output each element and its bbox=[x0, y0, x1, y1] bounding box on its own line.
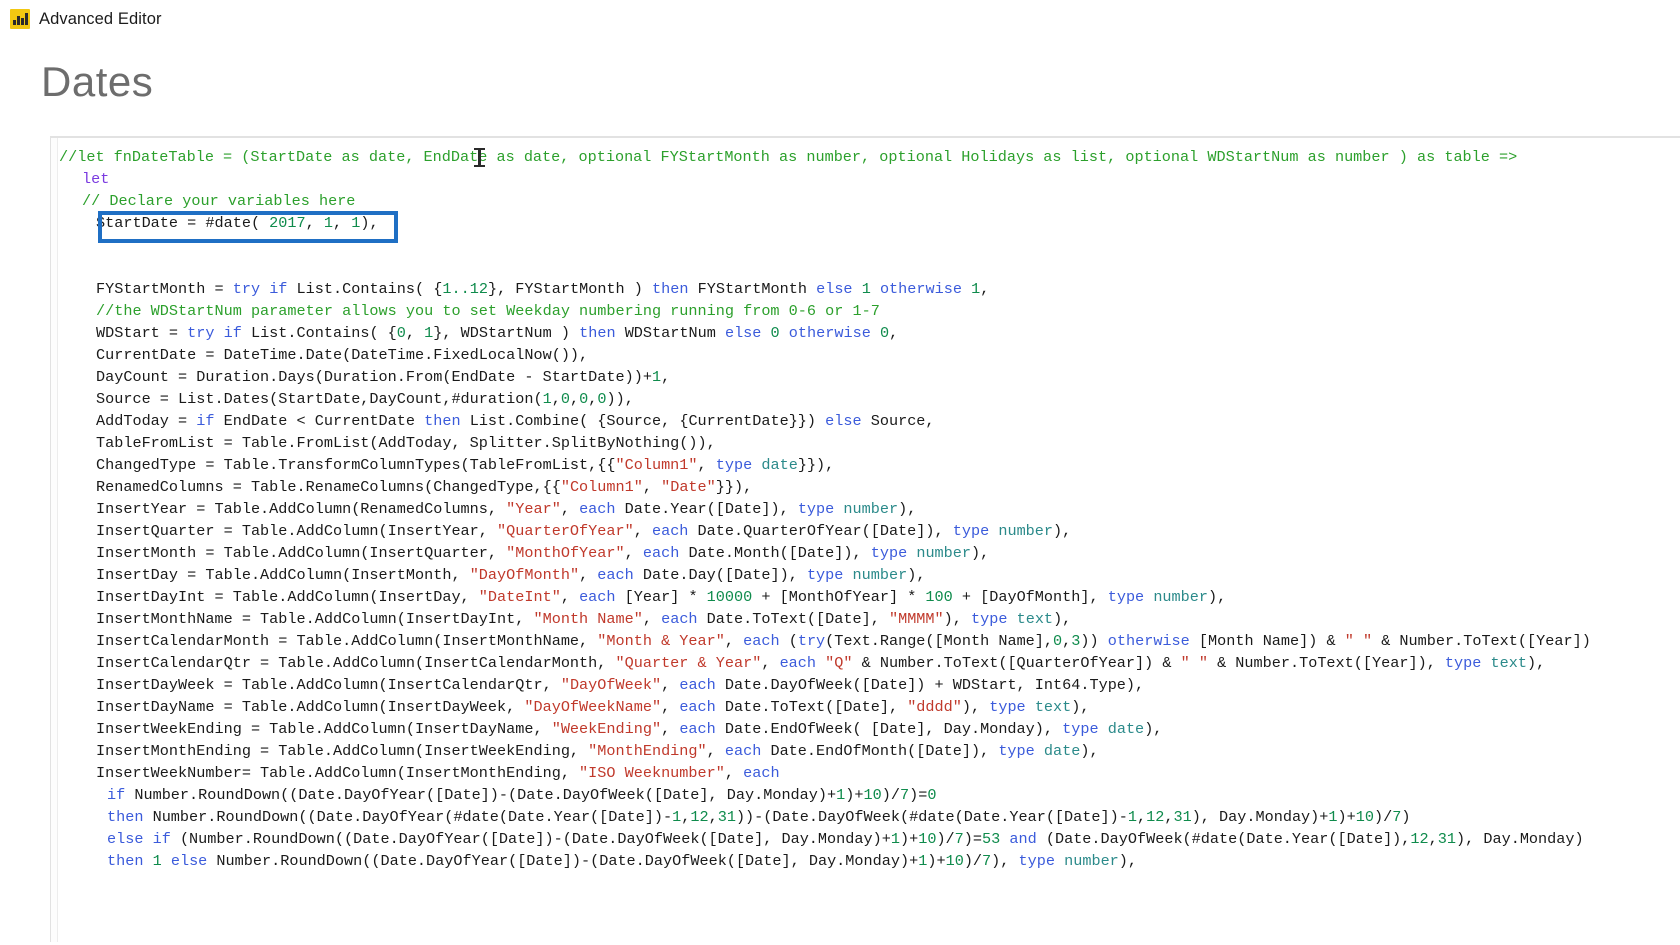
code-content[interactable]: //let fnDateTable = (StartDate as date, … bbox=[59, 146, 1680, 872]
code-line[interactable]: // Declare your variables here bbox=[59, 190, 1680, 212]
code-line[interactable]: InsertDayWeek = Table.AddColumn(InsertCa… bbox=[59, 674, 1680, 696]
code-line[interactable]: InsertDay = Table.AddColumn(InsertMonth,… bbox=[59, 564, 1680, 586]
code-line[interactable]: InsertDayName = Table.AddColumn(InsertDa… bbox=[59, 696, 1680, 718]
code-line[interactable]: Source = List.Dates(StartDate,DayCount,#… bbox=[59, 388, 1680, 410]
window-title: Advanced Editor bbox=[39, 9, 162, 28]
code-line[interactable]: InsertCalendarQtr = Table.AddColumn(Inse… bbox=[59, 652, 1680, 674]
code-line[interactable]: RenamedColumns = Table.RenameColumns(Cha… bbox=[59, 476, 1680, 498]
code-line[interactable] bbox=[59, 234, 1680, 256]
page-title: Dates bbox=[41, 58, 154, 105]
code-line[interactable]: WDStart = try if List.Contains( {0, 1}, … bbox=[59, 322, 1680, 344]
advanced-editor-code-area[interactable]: //let fnDateTable = (StartDate as date, … bbox=[50, 136, 1680, 945]
code-line[interactable]: //the WDStartNum parameter allows you to… bbox=[59, 300, 1680, 322]
code-line[interactable]: ChangedType = Table.TransformColumnTypes… bbox=[59, 454, 1680, 476]
code-line[interactable]: InsertMonthName = Table.AddColumn(Insert… bbox=[59, 608, 1680, 630]
code-line[interactable]: //let fnDateTable = (StartDate as date, … bbox=[59, 146, 1680, 168]
code-line[interactable]: InsertWeekNumber= Table.AddColumn(Insert… bbox=[59, 762, 1680, 784]
code-line[interactable]: else if (Number.RoundDown((Date.DayOfYea… bbox=[59, 828, 1680, 850]
editor-gutter bbox=[51, 138, 58, 945]
code-line[interactable]: InsertYear = Table.AddColumn(RenamedColu… bbox=[59, 498, 1680, 520]
code-line[interactable]: TableFromList = Table.FromList(AddToday,… bbox=[59, 432, 1680, 454]
code-line[interactable]: StartDate = #date( 2017, 1, 1), bbox=[59, 212, 1680, 234]
code-line[interactable]: if Number.RoundDown((Date.DayOfYear([Dat… bbox=[59, 784, 1680, 806]
code-line[interactable] bbox=[59, 256, 1680, 278]
code-line[interactable]: CurrentDate = DateTime.Date(DateTime.Fix… bbox=[59, 344, 1680, 366]
window-title-bar: Advanced Editor bbox=[0, 0, 1680, 38]
power-bi-icon bbox=[10, 9, 30, 29]
code-line[interactable]: InsertDayInt = Table.AddColumn(InsertDay… bbox=[59, 586, 1680, 608]
code-line[interactable]: then Number.RoundDown((Date.DayOfYear(#d… bbox=[59, 806, 1680, 828]
code-line[interactable]: InsertQuarter = Table.AddColumn(InsertYe… bbox=[59, 520, 1680, 542]
code-line[interactable]: let bbox=[59, 168, 1680, 190]
code-line[interactable]: InsertCalendarMonth = Table.AddColumn(In… bbox=[59, 630, 1680, 652]
code-line[interactable]: InsertMonthEnding = Table.AddColumn(Inse… bbox=[59, 740, 1680, 762]
code-line[interactable]: InsertMonth = Table.AddColumn(InsertQuar… bbox=[59, 542, 1680, 564]
code-line[interactable]: InsertWeekEnding = Table.AddColumn(Inser… bbox=[59, 718, 1680, 740]
code-line[interactable]: FYStartMonth = try if List.Contains( {1.… bbox=[59, 278, 1680, 300]
code-line[interactable]: then 1 else Number.RoundDown((Date.DayOf… bbox=[59, 850, 1680, 872]
code-line[interactable]: AddToday = if EndDate < CurrentDate then… bbox=[59, 410, 1680, 432]
code-line[interactable]: DayCount = Duration.Days(Duration.From(E… bbox=[59, 366, 1680, 388]
